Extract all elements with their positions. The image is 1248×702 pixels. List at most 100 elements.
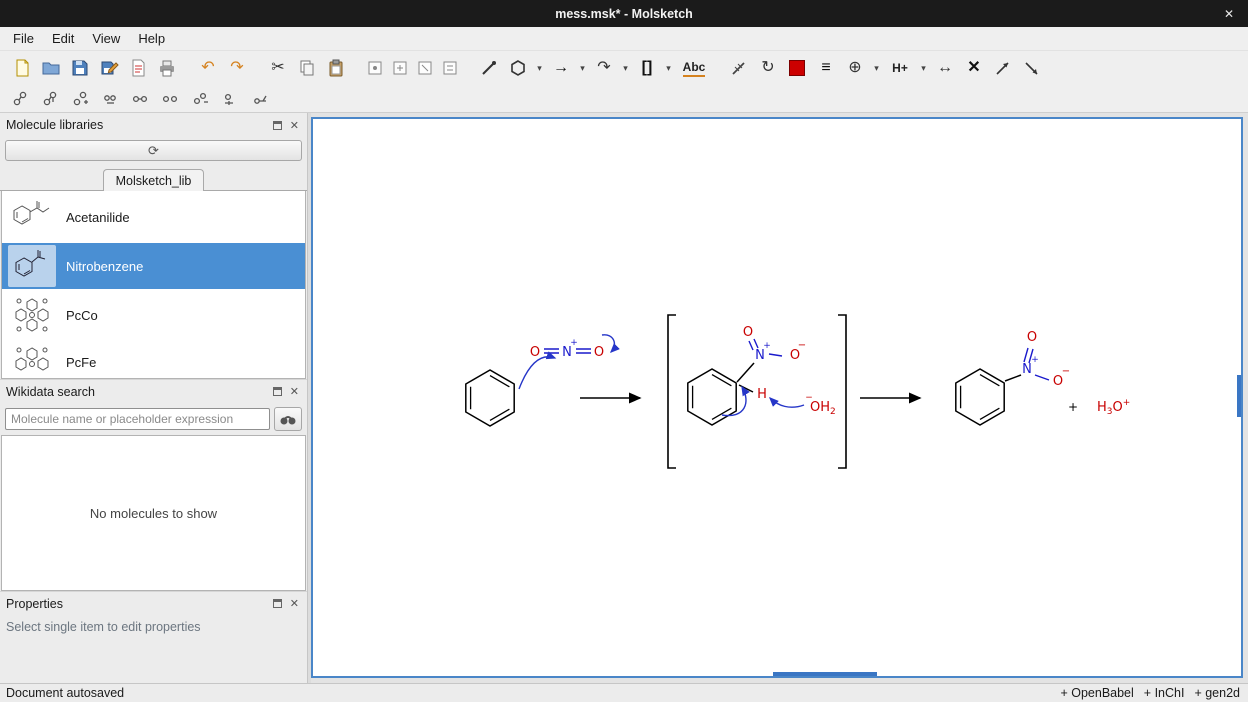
properties-dock-header[interactable]: Properties ✕ [0, 591, 307, 615]
bond-length-button[interactable]: ↔ [931, 55, 959, 81]
reaction-arrow-tool-button[interactable]: → [547, 55, 575, 81]
hydronium-label[interactable]: H3O+ [1097, 398, 1130, 417]
minus-charge-label: − [1062, 366, 1070, 377]
product-nitrobenzene[interactable]: N + O O − [956, 330, 1070, 425]
list-item-acetanilide[interactable]: Acetanilide [2, 191, 305, 243]
redo-button[interactable]: ↷ [223, 55, 251, 81]
atom-tool-2-button[interactable] [38, 88, 62, 110]
search-button[interactable] [274, 407, 302, 431]
hydronium-ion[interactable]: H3O+ [1097, 398, 1130, 417]
wikidata-float-icon[interactable] [273, 387, 282, 396]
water-label[interactable]: OH2 [810, 400, 836, 417]
atom-tool-7-button[interactable] [188, 88, 212, 110]
bracket-tool-caret[interactable]: ▾ [662, 55, 675, 81]
properties-float-icon[interactable] [273, 599, 282, 608]
atom-label-oxygen[interactable]: O [743, 325, 753, 340]
copy-button[interactable] [293, 55, 321, 81]
atom-toolbar [0, 85, 1248, 113]
refresh-libraries-button[interactable]: ⟳ [5, 140, 302, 161]
atom-label-oxygen[interactable]: O [530, 345, 540, 360]
menu-file[interactable]: File [4, 28, 43, 49]
list-item-pcco[interactable]: PcCo [2, 289, 305, 341]
rotate-tool-button[interactable]: ↻ [754, 55, 782, 81]
atom-tool-8-button[interactable] [218, 88, 242, 110]
menu-view[interactable]: View [83, 28, 129, 49]
ring-tool-caret[interactable]: ▾ [533, 55, 546, 81]
undo-icon: ↶ [201, 60, 214, 76]
frame-tool-1-button[interactable] [363, 57, 387, 79]
bracket-tool-button[interactable]: [ ] [633, 55, 661, 81]
nitronium-ion[interactable]: O N + O [530, 338, 604, 360]
color-swatch-button[interactable] [783, 55, 811, 81]
water-molecule[interactable]: − OH2 [770, 393, 836, 417]
pcco-structure-thumbnail [8, 294, 56, 336]
mechanism-arrow-caret[interactable]: ▾ [619, 55, 632, 81]
libraries-float-icon[interactable] [273, 121, 282, 130]
flip-horizontal-button[interactable] [989, 55, 1017, 81]
save-as-button[interactable] [95, 55, 123, 81]
mechanism-arrow-attack[interactable] [519, 357, 555, 389]
charge-tool-button[interactable]: ⊕ [841, 55, 869, 81]
mechanism-arrow-deprotonation[interactable] [770, 398, 804, 407]
properties-close-button[interactable]: ✕ [288, 597, 301, 610]
save-button[interactable] [66, 55, 94, 81]
ring-tool-button[interactable] [504, 55, 532, 81]
atom-tool-3-button[interactable] [68, 88, 92, 110]
libraries-close-button[interactable]: ✕ [288, 119, 301, 132]
atom-tool-5-button[interactable] [128, 88, 152, 110]
paste-button[interactable] [322, 55, 350, 81]
cut-button[interactable]: ✂ [264, 55, 292, 81]
charge-tool-caret[interactable]: ▾ [870, 55, 883, 81]
atom-tool-1-button[interactable] [8, 88, 32, 110]
tab-molsketch-lib[interactable]: Molsketch_lib [103, 169, 205, 191]
reaction-arrow-caret[interactable]: ▾ [576, 55, 589, 81]
atom-tool-6-button[interactable] [158, 88, 182, 110]
export-button[interactable] [124, 55, 152, 81]
hydrogen-tool-caret[interactable]: ▾ [917, 55, 930, 81]
plus-charge-icon: ⊕ [848, 60, 861, 76]
libraries-dock-header[interactable]: Molecule libraries ✕ [0, 113, 307, 137]
main-area: Molecule libraries ✕ ⟳ Molsketch_lib Ace… [0, 113, 1248, 683]
frame-tool-3-button[interactable] [413, 57, 437, 79]
remove-hydrogen-icon [101, 90, 119, 108]
atom-tool-9-button[interactable] [248, 88, 272, 110]
print-button[interactable] [153, 55, 181, 81]
mechanism-arrow-tool-button[interactable]: ↷ [590, 55, 618, 81]
list-item-nitrobenzene[interactable]: Nitrobenzene [2, 243, 305, 289]
line-width-button[interactable]: ≡ [812, 55, 840, 81]
list-item-pcfe[interactable]: PcFe [2, 341, 305, 379]
wikidata-dock-title: Wikidata search [6, 385, 267, 399]
atom-label-hydrogen[interactable]: H [757, 387, 767, 402]
reaction-scheme: O N + O N + O O − [313, 119, 1239, 676]
reactant-benzene[interactable] [466, 370, 514, 426]
atom-label-oxygen[interactable]: O [594, 345, 604, 360]
wikidata-dock-header[interactable]: Wikidata search ✕ [0, 379, 307, 403]
menu-help[interactable]: Help [129, 28, 174, 49]
new-document-button[interactable] [8, 55, 36, 81]
arenium-intermediate[interactable]: N + O O − H [688, 325, 806, 425]
menu-edit[interactable]: Edit [43, 28, 83, 49]
right-bracket[interactable] [838, 315, 846, 468]
nitrobenzene-structure-thumbnail [8, 245, 56, 287]
delete-button[interactable]: ✕ [960, 55, 988, 81]
hash-tool-button[interactable] [725, 55, 753, 81]
atom-tool-4-button[interactable] [98, 88, 122, 110]
frame-tool-2-button[interactable] [388, 57, 412, 79]
vertical-scrollbar-handle[interactable] [1237, 375, 1241, 417]
molecule-search-input[interactable] [5, 408, 270, 430]
text-tool-button[interactable]: Abc [676, 55, 712, 81]
left-bracket[interactable] [668, 315, 676, 468]
hydrogen-tool-button[interactable]: H+ [884, 55, 916, 81]
window-close-button[interactable]: ✕ [1220, 0, 1238, 27]
horizontal-scrollbar-handle[interactable] [773, 672, 877, 676]
draw-tool-button[interactable] [475, 55, 503, 81]
flip-vertical-button[interactable] [1018, 55, 1046, 81]
drawing-canvas[interactable]: O N + O N + O O − [311, 117, 1243, 678]
frame-tool-4-button[interactable] [438, 57, 462, 79]
wikidata-close-button[interactable]: ✕ [288, 385, 301, 398]
undo-button[interactable]: ↶ [194, 55, 222, 81]
save-as-icon [99, 58, 119, 78]
open-button[interactable] [37, 55, 65, 81]
frame-tool-4-icon [441, 59, 459, 77]
atom-label-oxygen[interactable]: O [1027, 330, 1037, 345]
